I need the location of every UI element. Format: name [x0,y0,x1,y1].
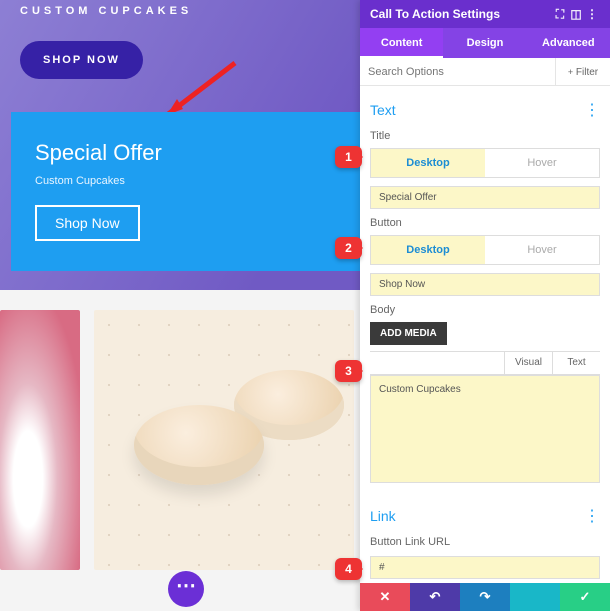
settings-panel: Call To Action Settings ⛶ ◫ ⋮ Content De… [360,0,610,611]
callout-badge-2: 2 [335,237,362,259]
section-menu-icon[interactable]: ⋮ [584,100,600,120]
button-label: Button [370,217,600,229]
dock-redo[interactable]: ↷ [460,583,510,611]
dock-cancel[interactable]: ✕ [360,583,410,611]
search-input[interactable] [360,58,555,85]
button-tab-desktop[interactable]: Desktop [371,236,485,264]
section-menu-icon[interactable]: ⋮ [584,506,600,526]
title-toggle: Desktop Hover [370,148,600,178]
snap-icon[interactable]: ◫ [568,7,584,21]
expand-icon[interactable]: ⛶ [552,7,568,22]
tab-content[interactable]: Content [360,28,443,58]
panel-body: Text⋮ Title Desktop Hover Special Offer … [360,86,610,583]
url-input[interactable]: # [370,556,600,579]
module-fab[interactable]: ⋯ [168,571,204,607]
button-tab-hover[interactable]: Hover [485,236,599,264]
body-tabs: Visual Text [370,351,600,375]
hero-subtitle: CUSTOM CUPCAKES [20,0,340,17]
page-preview: CUSTOM CUPCAKES SHOP NOW Special Offer C… [0,0,360,611]
callout-badge-3: 3 [335,360,362,382]
hero-shop-button[interactable]: SHOP NOW [20,41,143,79]
body-label: Body [370,304,600,316]
button-toggle: Desktop Hover [370,235,600,265]
dock-extra[interactable] [510,583,560,611]
more-icon[interactable]: ⋮ [584,7,600,21]
section-text-heading[interactable]: Text⋮ [370,100,600,120]
cta-title: Special Offer [35,140,336,166]
filter-button[interactable]: + Filter [555,58,610,85]
title-label: Title [370,130,600,142]
cta-module[interactable]: Special Offer Custom Cupcakes Shop Now [11,112,360,271]
gallery-row [0,310,360,590]
panel-tabs: Content Design Advanced [360,28,610,58]
callout-badge-1: 1 [335,146,362,168]
dock-save[interactable]: ✓ [560,583,610,611]
tab-advanced[interactable]: Advanced [527,28,610,58]
action-dock: ✕ ↶ ↷ ✓ [360,583,610,611]
search-bar: + Filter [360,58,610,86]
body-tab-visual[interactable]: Visual [504,352,552,374]
title-tab-hover[interactable]: Hover [485,149,599,177]
body-textarea[interactable] [370,375,600,483]
image-macarons [94,310,354,570]
tab-design[interactable]: Design [443,28,526,58]
section-link-heading[interactable]: Link⋮ [370,506,600,526]
panel-header: Call To Action Settings ⛶ ◫ ⋮ [360,0,610,28]
title-tab-desktop[interactable]: Desktop [371,149,485,177]
title-input[interactable]: Special Offer [370,186,600,209]
body-tab-text[interactable]: Text [552,352,600,374]
cta-button[interactable]: Shop Now [35,205,140,241]
add-media-button[interactable]: ADD MEDIA [370,322,447,345]
cta-subtitle: Custom Cupcakes [35,175,336,187]
url-label: Button Link URL [370,536,600,548]
image-cake [0,310,80,570]
panel-title: Call To Action Settings [370,7,500,21]
dock-undo[interactable]: ↶ [410,583,460,611]
button-input[interactable]: Shop Now [370,273,600,296]
callout-badge-4: 4 [335,558,362,580]
